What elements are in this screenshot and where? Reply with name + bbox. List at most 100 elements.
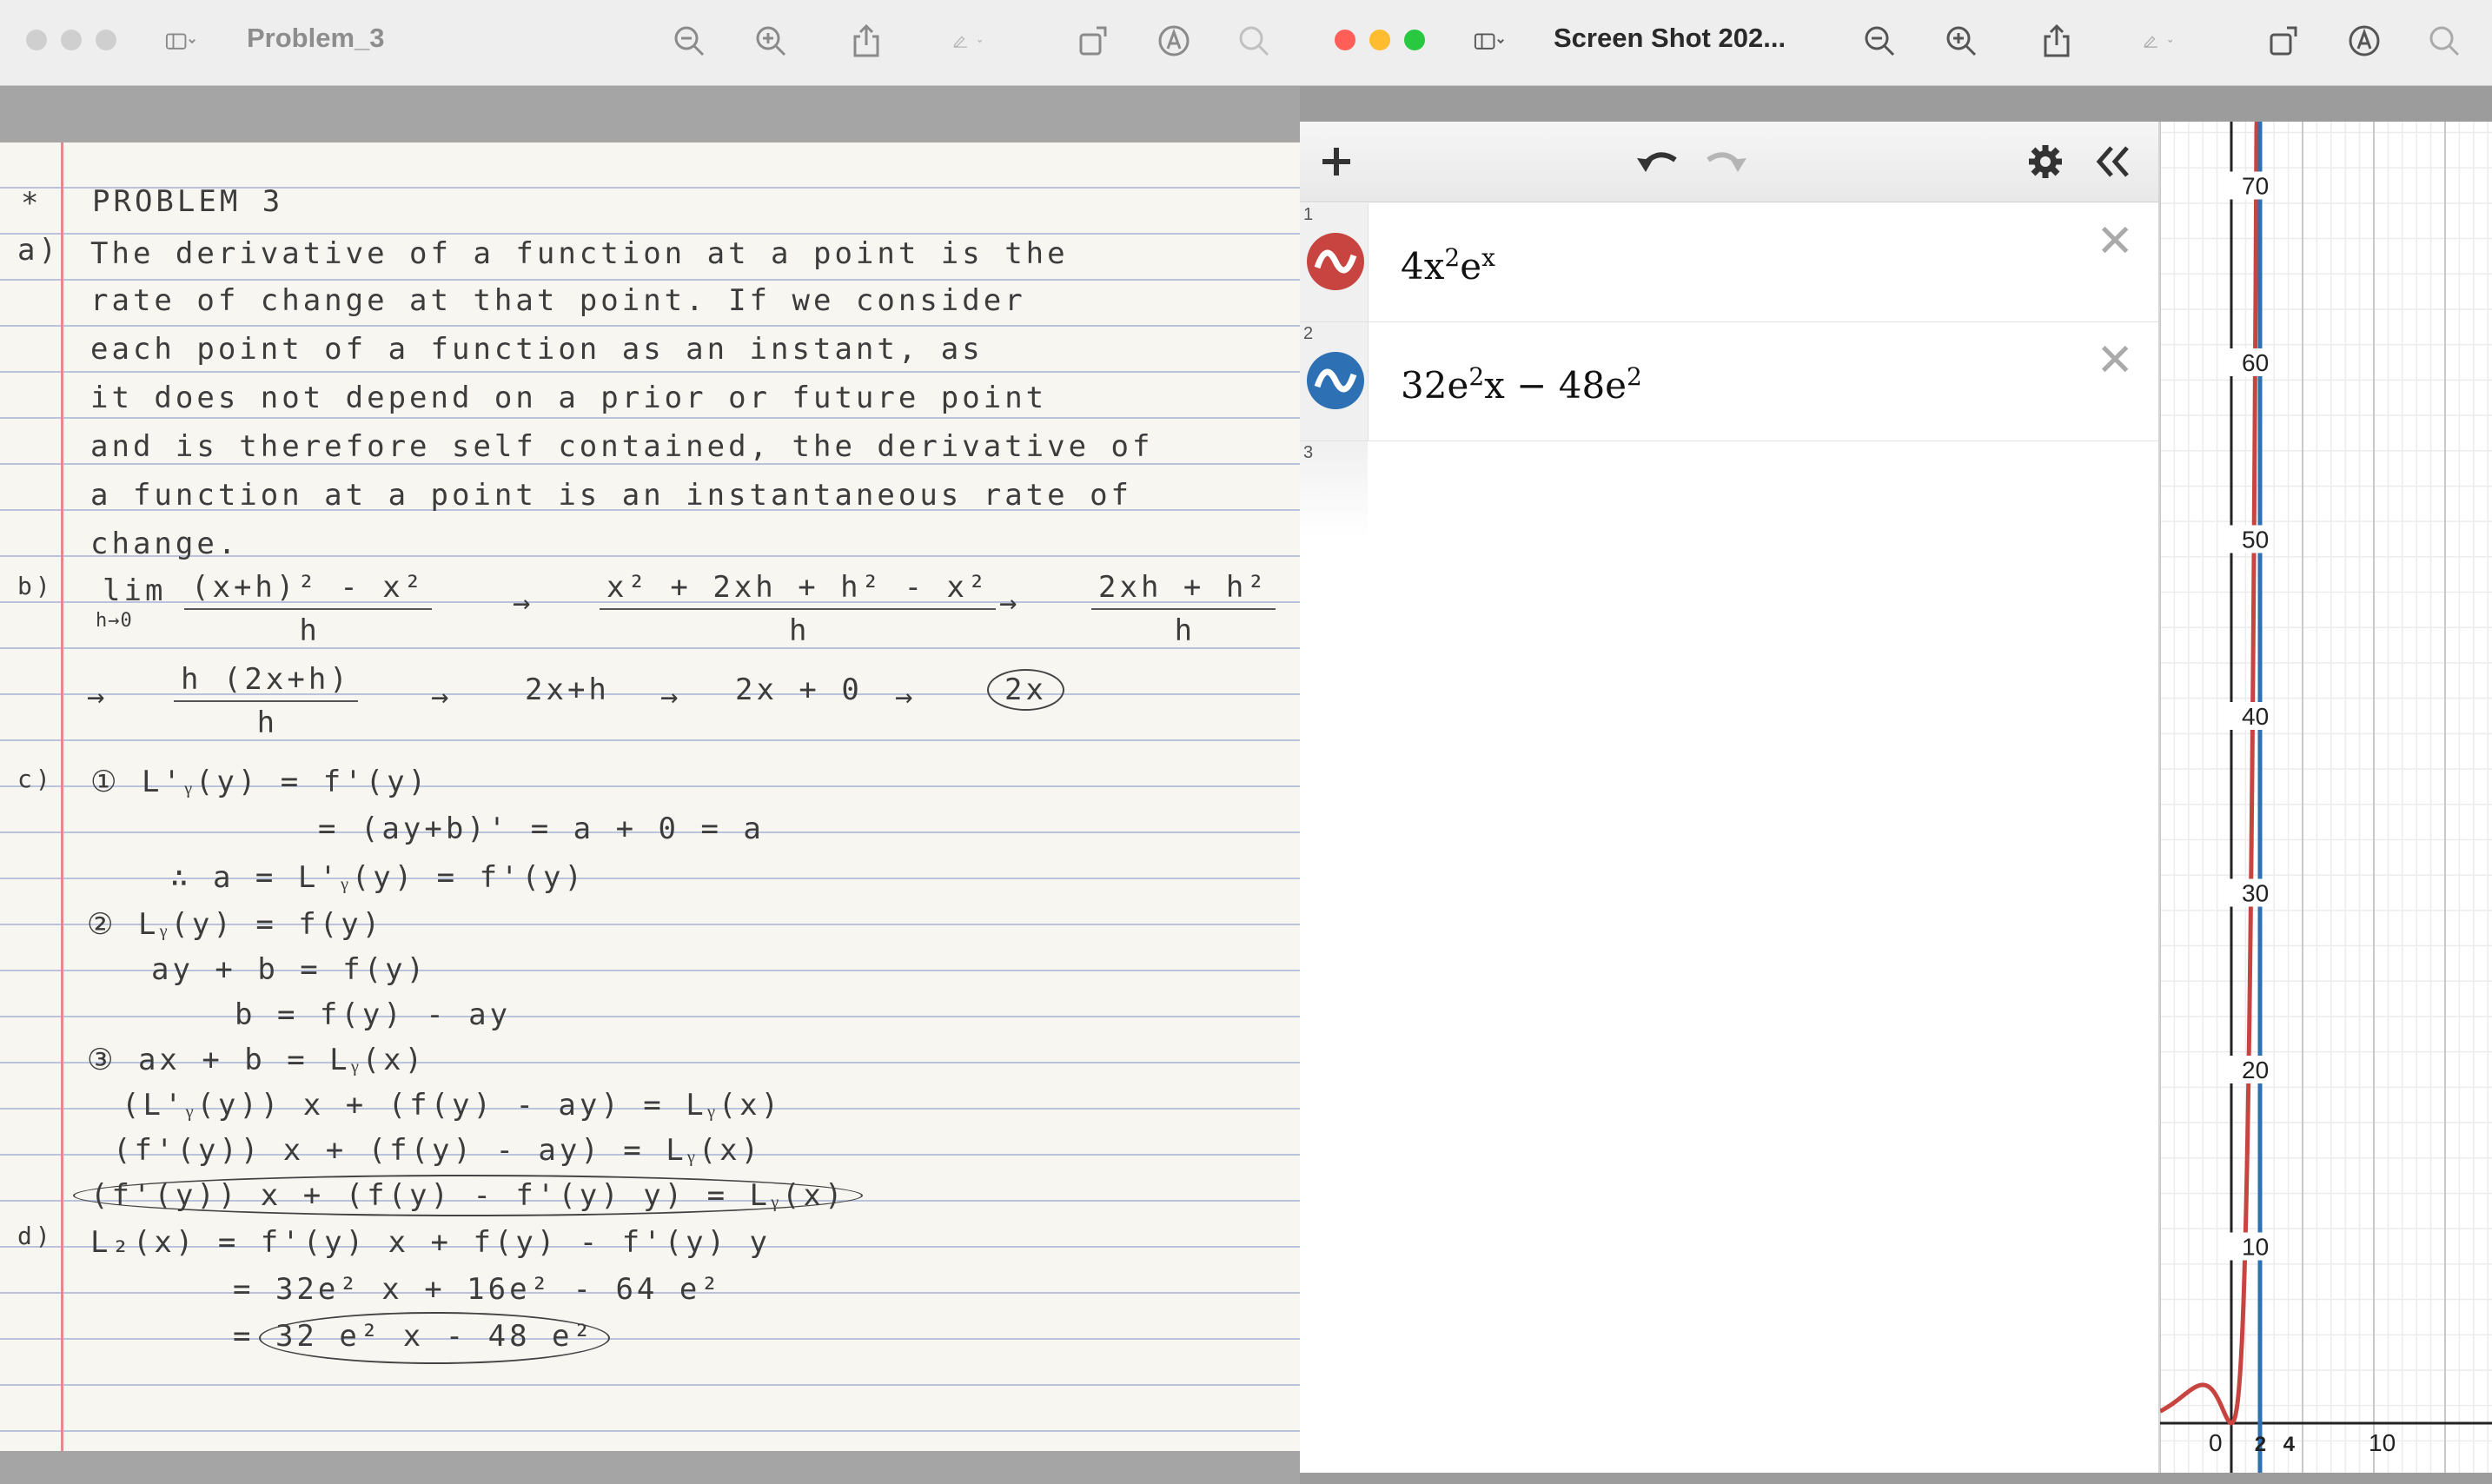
search-icon[interactable] — [1237, 24, 1270, 57]
expression-row-2[interactable]: 2 32e2x − 48e2 ✕ — [1300, 322, 2158, 441]
plus-icon[interactable] — [1317, 142, 1355, 181]
fraction-3: 2xh + h² h — [1091, 570, 1276, 648]
part-a-line-2: rate of change at that point. If we cons… — [90, 283, 1026, 318]
expression-gutter: 3 — [1300, 441, 1368, 539]
expression-toolbar — [1300, 122, 2158, 202]
close-icon[interactable]: ✕ — [2096, 219, 2134, 264]
star-mark: * — [21, 186, 43, 221]
zoom-light[interactable] — [96, 30, 116, 50]
y-tick-label: 30 — [2242, 880, 2269, 907]
part-a-line-4: it does not depend on a prior or future … — [90, 381, 1048, 415]
expression-index: 3 — [1303, 443, 1314, 462]
undo-icon[interactable] — [1634, 142, 1682, 181]
expression-latex[interactable]: 4x2ex — [1401, 243, 1495, 288]
step-2x-plus-h: 2x+h — [525, 672, 610, 707]
arrow-6: → — [895, 679, 917, 714]
zoom-out-icon[interactable] — [1863, 24, 1896, 57]
close-light[interactable] — [26, 30, 47, 50]
minimize-light[interactable] — [61, 30, 82, 50]
arrow-3: → — [87, 679, 109, 714]
part-c-answer: (f'(y)) x + (f(y) - f'(y) y) = Lᵧ(x) — [73, 1175, 864, 1216]
minimize-light[interactable] — [1369, 30, 1390, 50]
y-tick-label: 70 — [2242, 173, 2269, 200]
grid-minor — [2160, 122, 2492, 1473]
part-d-line-1: L₂(x) = f'(y) x + f(y) - f'(y) y — [90, 1225, 772, 1260]
zoom-light[interactable] — [1404, 30, 1425, 50]
part-c-line-9: (f'(y)) x + (f(y) - ay) = Lᵧ(x) — [113, 1133, 763, 1168]
markup-icon[interactable] — [2143, 24, 2221, 57]
part-c-line-6: b = f(y) - ay — [235, 997, 512, 1032]
y-tick-label: 40 — [2242, 703, 2269, 730]
arrow-2: → — [999, 586, 1021, 620]
part-a-line-6: a function at a point is an instantaneou… — [90, 478, 1133, 513]
zoom-in-icon[interactable] — [754, 24, 787, 57]
part-c-line-3: ∴ a = L'ᵧ(y) = f'(y) — [170, 860, 586, 895]
graph-toggle-icon[interactable] — [1307, 352, 1364, 409]
annotate-icon[interactable] — [2348, 24, 2381, 57]
arrow-4: → — [431, 679, 453, 714]
latex-part: 32e — [1401, 364, 1469, 407]
limit-subscript: h→0 — [96, 610, 133, 632]
part-c-line-4: ② Lᵧ(y) = f(y) — [87, 907, 384, 942]
expression-index: 1 — [1303, 205, 1314, 224]
collapse-icon[interactable] — [2092, 141, 2134, 182]
expression-row-1[interactable]: 1 4x2ex ✕ — [1300, 203, 2158, 322]
part-b-label: b) — [17, 572, 54, 600]
markup-icon[interactable] — [952, 24, 1031, 57]
part-a-label: a) — [17, 233, 60, 268]
titlebar-right: Screen Shot 202... — [1300, 0, 2492, 86]
x-tick-label: 2 — [2255, 1433, 2266, 1456]
zoom-out-icon[interactable] — [673, 24, 706, 57]
close-icon[interactable]: ✕ — [2096, 338, 2134, 383]
step-2x-plus-0: 2x + 0 — [735, 672, 863, 707]
sidebar-icon[interactable] — [165, 24, 217, 57]
part-a-line-3: each point of a function as an instant, … — [90, 332, 984, 367]
window-title: Problem_3 — [247, 23, 385, 53]
graph-paper[interactable]: 70 60 50 40 30 20 10 0 2 4 10 — [2158, 103, 2492, 1473]
share-icon[interactable] — [2040, 24, 2073, 57]
close-light[interactable] — [1335, 30, 1355, 50]
expression-row-3[interactable]: 3 — [1300, 441, 2158, 539]
y-tick-label: 60 — [2242, 349, 2269, 376]
redo-icon[interactable] — [1701, 142, 1750, 181]
part-d-line-2: = 32e² x + 16e² - 64 e² — [233, 1272, 722, 1307]
y-tick-label: 10 — [2242, 1234, 2269, 1261]
zoom-in-icon[interactable] — [1945, 24, 1978, 57]
fraction-1-numerator: (x+h)² - x² — [184, 570, 433, 610]
part-c-line-7: ③ ax + b = Lᵧ(x) — [87, 1043, 427, 1077]
gear-icon[interactable] — [2026, 142, 2065, 181]
part-a-line-7: change. — [90, 527, 240, 561]
part-c-label: c) — [17, 765, 54, 793]
problem-heading: PROBLEM 3 — [92, 184, 284, 219]
fraction-2: x² + 2xh + h² - x² h — [600, 570, 997, 648]
answer-2x: 2x — [987, 669, 1064, 711]
fraction-1: (x+h)² - x² h — [184, 570, 433, 648]
latex-part: x − 48e — [1484, 364, 1627, 407]
x-tick-label: 10 — [2369, 1429, 2396, 1456]
part-c-line-8: (L'ᵧ(y)) x + (f(y) - ay) = Lᵧ(x) — [122, 1088, 783, 1123]
part-d-label: d) — [17, 1222, 54, 1250]
expression-latex[interactable]: 32e2x − 48e2 — [1401, 362, 1642, 407]
part-c-line-2: = (ay+b)' = a + 0 = a — [318, 812, 765, 846]
latex-part: 4x — [1401, 245, 1445, 288]
graph-svg: 70 60 50 40 30 20 10 0 2 4 10 — [2158, 103, 2492, 1473]
fraction-1-denominator: h — [299, 613, 317, 648]
y-tick-label: 50 — [2242, 527, 2269, 553]
answer-ellipse — [259, 1312, 610, 1364]
preview-window-right: Screen Shot 202... 1 4x2ex ✕ 2 32e2x − 4… — [1300, 0, 2492, 1484]
expression-gutter: 1 — [1300, 203, 1369, 321]
graph-toggle-icon[interactable] — [1307, 233, 1364, 290]
share-icon[interactable] — [850, 24, 883, 57]
expression-gutter: 2 — [1300, 322, 1369, 441]
arrow-5: → — [660, 679, 682, 714]
search-icon[interactable] — [2428, 24, 2461, 57]
sidebar-icon[interactable] — [1474, 24, 1526, 57]
part-a-line-1: The derivative of a function at a point … — [90, 236, 1069, 271]
rotate-icon[interactable] — [1077, 24, 1110, 57]
annotate-icon[interactable] — [1157, 24, 1190, 57]
rotate-icon[interactable] — [2268, 24, 2301, 57]
limit-text: lim — [103, 573, 167, 608]
preview-window-left: Problem_3 * PROBLEM 3 a) The derivative … — [0, 0, 1300, 1484]
part-c-line-1: ① L'ᵧ(y) = f'(y) — [90, 765, 430, 799]
fraction-3-numerator: 2xh + h² — [1091, 570, 1276, 610]
